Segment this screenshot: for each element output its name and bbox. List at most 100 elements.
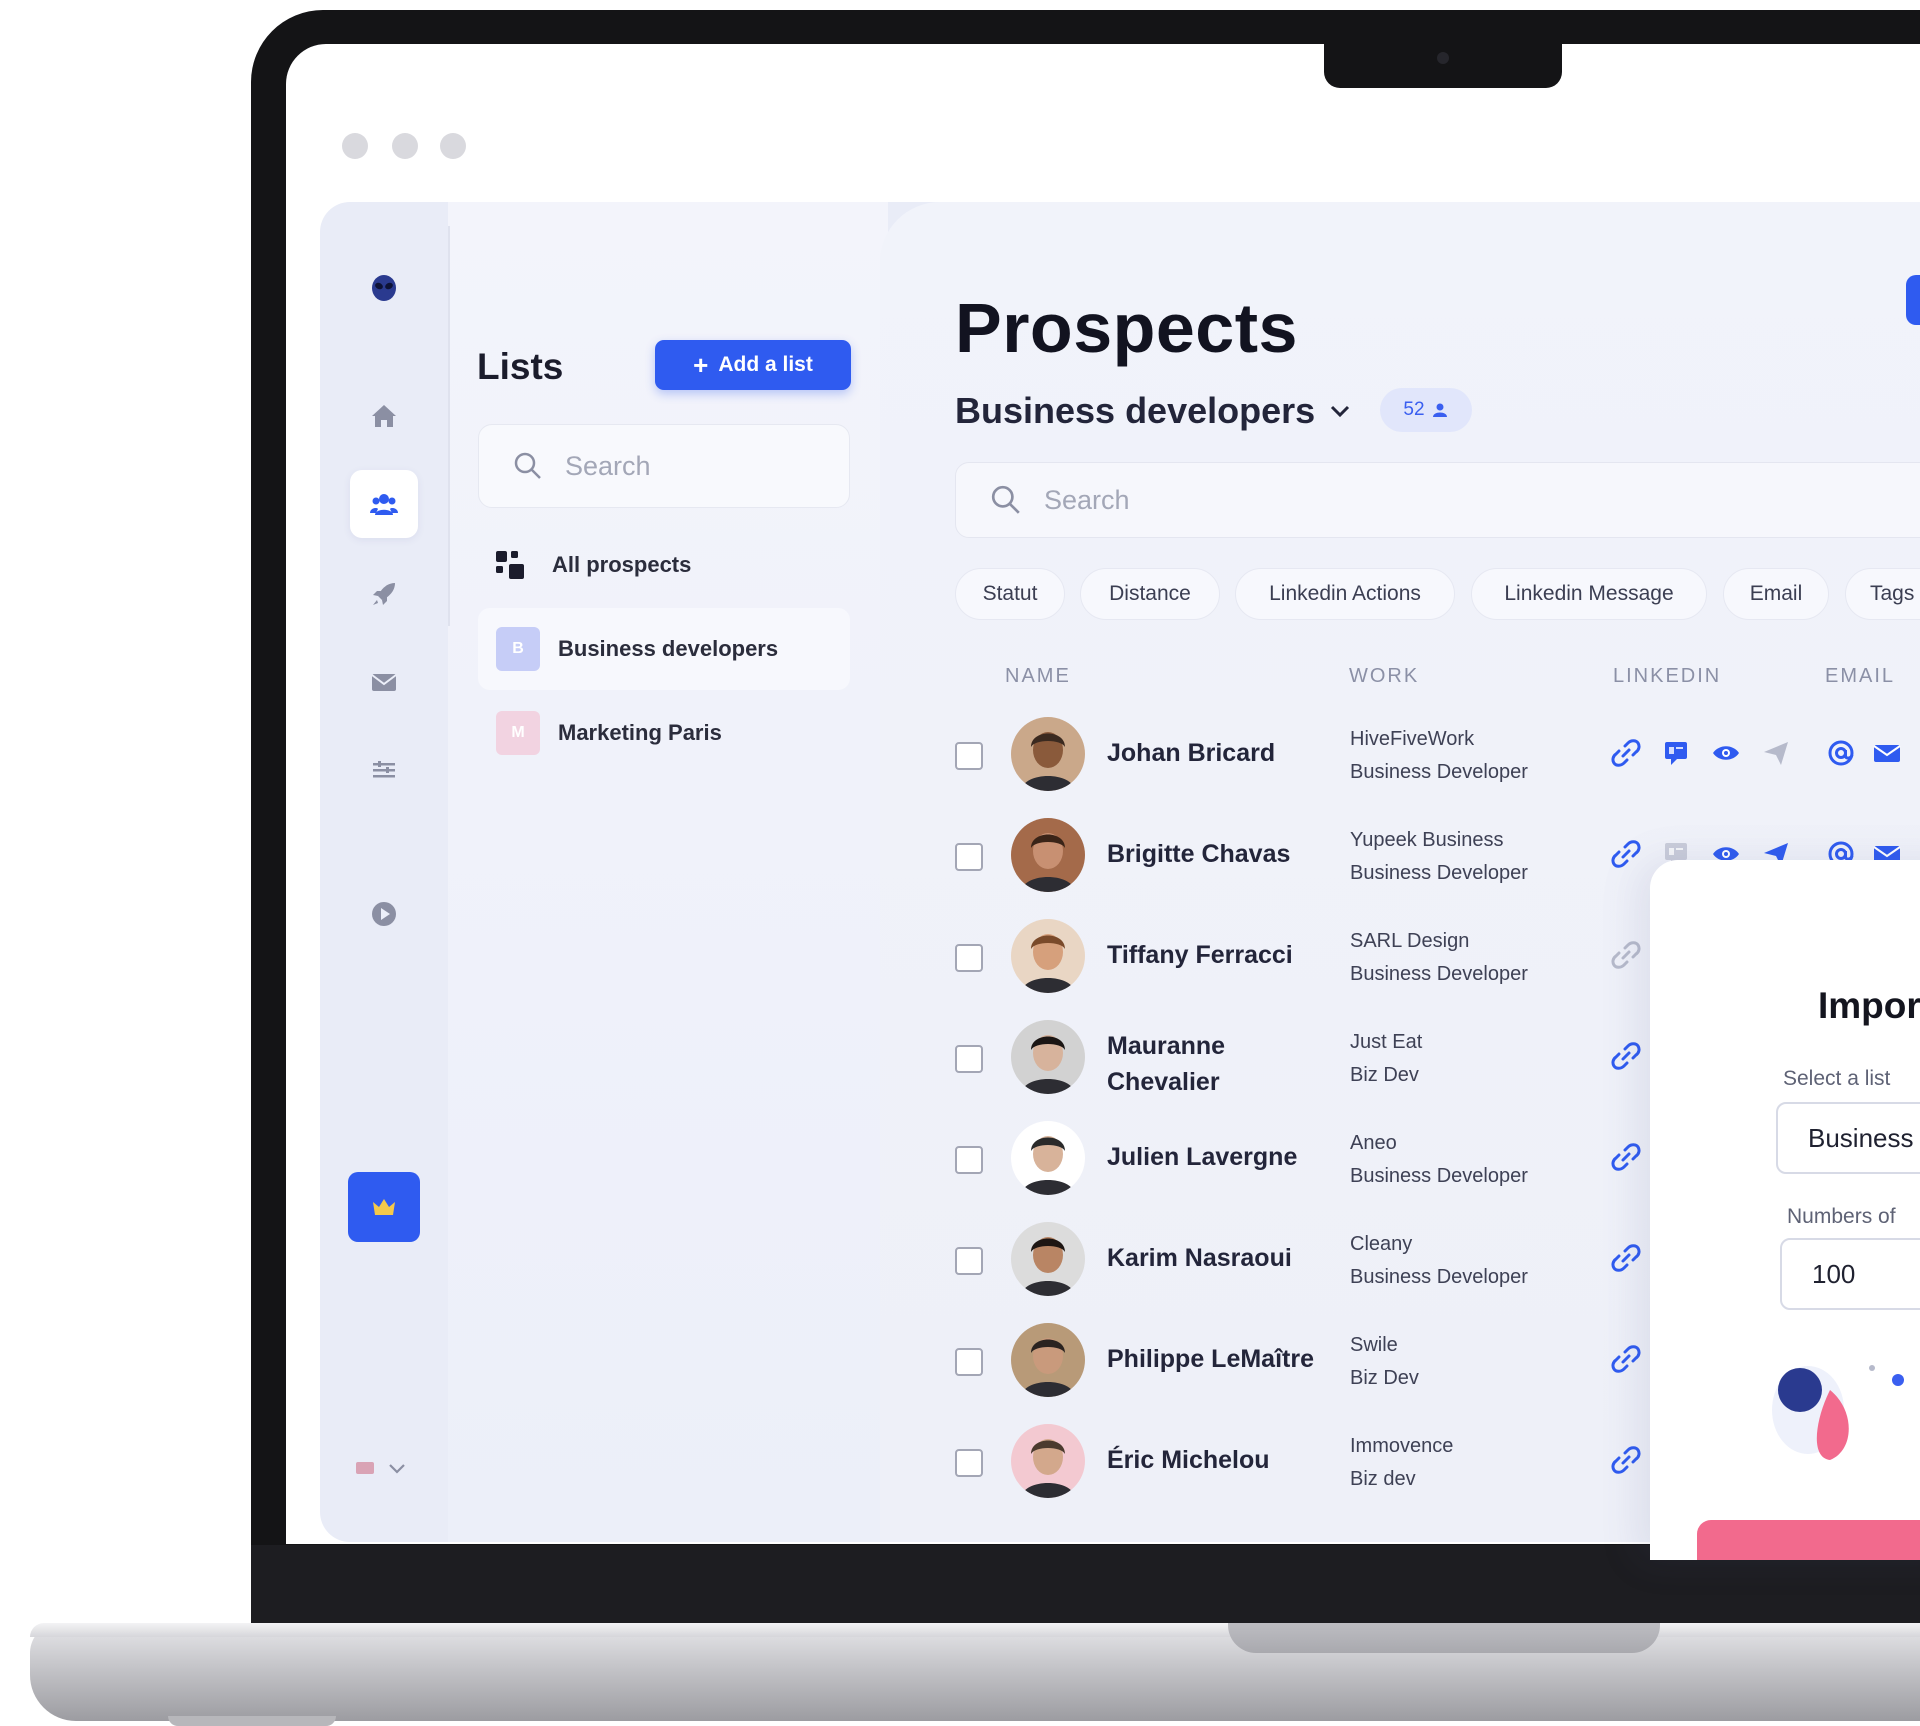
linkedin-message-icon[interactable]: [1660, 737, 1692, 769]
prospect-company: Swile: [1350, 1334, 1398, 1356]
filters-icon[interactable]: [350, 736, 418, 804]
primary-action-button[interactable]: [1906, 275, 1920, 325]
window-minimize-button[interactable]: [392, 133, 418, 159]
avatar: [1011, 1424, 1085, 1498]
list-avatar: M: [496, 711, 540, 755]
filter-linkedin-message[interactable]: Linkedin Message: [1471, 568, 1707, 620]
prospects-search-placeholder: Search: [1044, 484, 1130, 515]
filter-distance[interactable]: Distance: [1080, 568, 1220, 620]
alien-logo-icon[interactable]: [350, 254, 418, 322]
plus-icon: +: [693, 350, 709, 380]
row-checkbox[interactable]: [955, 843, 983, 871]
list-item-label: Marketing Paris: [558, 720, 722, 745]
language-selector[interactable]: [356, 1462, 406, 1474]
list-selector-label: Business developers: [955, 390, 1316, 431]
prospect-name[interactable]: Mauranne Chevalier: [1107, 1028, 1237, 1100]
filter-linkedin-actions[interactable]: Linkedin Actions: [1235, 568, 1455, 620]
linkedin-actions: [1610, 1444, 1642, 1476]
row-checkbox[interactable]: [955, 1045, 983, 1073]
avatar: [1011, 1121, 1085, 1195]
import-modal-title: Impor: [1818, 985, 1920, 1026]
linkedin-profile-link-icon[interactable]: [1610, 737, 1642, 769]
prospect-role: Business Developer: [1350, 1165, 1528, 1187]
play-icon[interactable]: [350, 880, 418, 948]
users-icon[interactable]: [350, 470, 418, 538]
home-icon[interactable]: [350, 382, 418, 450]
prospect-company: Aneo: [1350, 1132, 1397, 1154]
prospect-name[interactable]: Tiffany Ferracci: [1107, 941, 1293, 970]
camera-notch: [1324, 40, 1562, 88]
row-checkbox[interactable]: [955, 742, 983, 770]
list-item-all-prospects[interactable]: All prospects: [478, 524, 850, 606]
linkedin-profile-link-icon[interactable]: [1610, 1343, 1642, 1375]
select-list-dropdown[interactable]: Business: [1776, 1102, 1920, 1174]
prospect-name[interactable]: Brigitte Chavas: [1107, 840, 1290, 869]
prospect-company: Just Eat: [1350, 1031, 1423, 1053]
row-checkbox[interactable]: [955, 1449, 983, 1477]
chevron-down-icon: [389, 1464, 405, 1474]
select-list-label: Select a list: [1783, 1067, 1891, 1090]
column-header-name[interactable]: NAME: [1005, 665, 1071, 688]
prospect-name[interactable]: Julien Lavergne: [1107, 1143, 1297, 1172]
table-row[interactable]: Johan Bricard HiveFiveWork Business Develo…: [955, 705, 1920, 806]
list-item-marketing-paris[interactable]: M Marketing Paris: [478, 692, 850, 774]
camera-icon: [1437, 52, 1449, 64]
users-icon: [1432, 403, 1447, 417]
add-list-button[interactable]: + Add a list: [655, 340, 851, 390]
row-checkbox[interactable]: [955, 1348, 983, 1376]
linkedin-send-icon[interactable]: [1760, 737, 1792, 769]
column-header-linkedin[interactable]: LINKEDIN: [1613, 665, 1721, 688]
filter-statut[interactable]: Statut: [955, 568, 1065, 620]
list-item-business-developers[interactable]: B Business developers: [478, 608, 850, 690]
list-item-label: All prospects: [552, 552, 692, 577]
column-header-email[interactable]: EMAIL: [1825, 665, 1895, 688]
window-close-button[interactable]: [342, 133, 368, 159]
chevron-down-icon: [1331, 405, 1350, 418]
column-header-work[interactable]: WORK: [1349, 665, 1419, 688]
prospect-work: Aneo Business Developer: [1350, 1127, 1528, 1193]
row-checkbox[interactable]: [955, 1146, 983, 1174]
linkedin-view-icon[interactable]: [1710, 737, 1742, 769]
mail-icon[interactable]: [350, 648, 418, 716]
filter-email[interactable]: Email: [1723, 568, 1829, 620]
prospect-name[interactable]: Karim Nasraoui: [1107, 1244, 1292, 1273]
lists-title: Lists: [477, 346, 564, 387]
uk-flag-icon: [356, 1462, 374, 1474]
prospect-work: HiveFiveWork Business Developer: [1350, 723, 1528, 789]
linkedin-profile-link-icon[interactable]: [1610, 939, 1642, 971]
filter-tags[interactable]: Tags: [1845, 568, 1920, 620]
avatar: [1011, 1323, 1085, 1397]
number-of-prospects-input[interactable]: 100: [1780, 1238, 1920, 1310]
linkedin-profile-link-icon[interactable]: [1610, 1242, 1642, 1274]
prospect-role: Business Developer: [1350, 761, 1528, 783]
laptop-opening-notch: [1228, 1623, 1660, 1653]
linkedin-profile-link-icon[interactable]: [1610, 1040, 1642, 1072]
list-avatar: B: [496, 627, 540, 671]
prospect-role: Business Developer: [1350, 862, 1528, 884]
window-zoom-button[interactable]: [440, 133, 466, 159]
add-list-label: Add a list: [718, 353, 813, 376]
list-selector-dropdown[interactable]: Business developers: [955, 390, 1351, 432]
email-actions: [1825, 737, 1903, 769]
row-checkbox[interactable]: [955, 944, 983, 972]
linkedin-profile-link-icon[interactable]: [1610, 838, 1642, 870]
rocket-icon[interactable]: [350, 560, 418, 628]
linkedin-actions: [1610, 1242, 1642, 1274]
import-button[interactable]: [1697, 1520, 1920, 1560]
email-address-icon[interactable]: [1825, 737, 1857, 769]
prospect-role: Biz Dev: [1350, 1064, 1419, 1086]
prospects-search-input[interactable]: Search: [955, 462, 1920, 538]
prospect-role: Biz dev: [1350, 1468, 1416, 1490]
prospect-name[interactable]: Philippe LeMaître: [1107, 1345, 1314, 1374]
linkedin-profile-link-icon[interactable]: [1610, 1444, 1642, 1476]
prospect-work: Yupeek Business Business Developer: [1350, 824, 1528, 890]
astronaut-illustration: [1760, 1350, 1920, 1470]
linkedin-profile-link-icon[interactable]: [1610, 1141, 1642, 1173]
prospect-name[interactable]: Johan Bricard: [1107, 739, 1275, 768]
crown-icon[interactable]: [348, 1172, 420, 1242]
prospect-name[interactable]: Éric Michelou: [1107, 1446, 1270, 1475]
row-checkbox[interactable]: [955, 1247, 983, 1275]
send-email-icon[interactable]: [1871, 737, 1903, 769]
linkedin-actions: [1610, 737, 1792, 769]
lists-search-input[interactable]: Search: [478, 424, 850, 508]
